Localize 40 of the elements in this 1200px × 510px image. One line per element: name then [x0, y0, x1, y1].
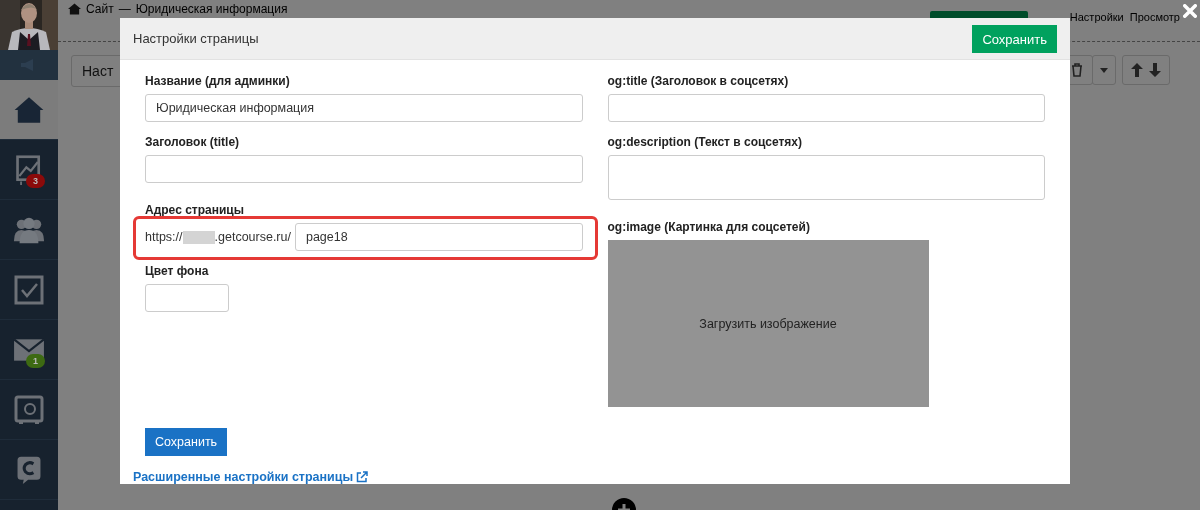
settings-link[interactable]: Настройки	[1069, 11, 1124, 23]
save-button[interactable]: Сохранить	[972, 24, 1057, 53]
input-field[interactable]: page18	[294, 223, 583, 251]
home-icon[interactable]	[68, 3, 81, 15]
advanced-settings-link[interactable]: Расширенные настройки страницы	[133, 470, 354, 484]
save-button[interactable]: Сохранить	[145, 428, 228, 456]
caret-icon	[1100, 67, 1108, 73]
textarea-field[interactable]	[607, 155, 1045, 200]
sidebar-item[interactable]: 3	[0, 140, 58, 200]
dropdown-button[interactable]	[1092, 55, 1116, 85]
breadcrumb-item[interactable]: Юридическая информация	[135, 2, 288, 16]
checkbox-icon	[13, 274, 45, 305]
breadcrumb-item[interactable]: Сайт	[86, 2, 114, 16]
image-upload-area[interactable]: Загрузить изображение	[607, 240, 929, 407]
redacted-text	[182, 230, 215, 244]
field-label: og:image (Картинка для соцсетей)	[607, 220, 811, 234]
breadcrumb-item[interactable]: —	[118, 2, 131, 16]
trash-icon	[1071, 63, 1083, 77]
field-label: og:description (Текст в соцсетях)	[607, 135, 803, 149]
close-icon[interactable]	[1183, 4, 1197, 18]
safe-icon	[13, 394, 45, 425]
field-label: og:title (Заголовок в соцсетях)	[607, 74, 790, 88]
input-field[interactable]	[607, 94, 1045, 122]
sidebar-item[interactable]	[0, 80, 58, 140]
field-label: Заголовок (title)	[145, 135, 241, 149]
external-link-icon	[356, 471, 369, 483]
input-field[interactable]	[145, 155, 583, 183]
input-field[interactable]: Юридическая информация	[145, 94, 583, 122]
up-down-arrows-icon	[1131, 63, 1161, 77]
field-label: Цвет фона	[145, 264, 210, 278]
preview-link[interactable]: Просмотр	[1129, 11, 1180, 23]
url-prefix: https://	[145, 230, 183, 244]
sidebar-item[interactable]: 1	[0, 320, 58, 380]
move-buttons[interactable]	[1122, 55, 1170, 85]
url-domain: .getcourse.ru/	[214, 230, 291, 244]
modal-title: Настройки страницы	[133, 31, 259, 46]
badge: 1	[26, 354, 45, 368]
color-field[interactable]	[145, 284, 229, 312]
badge: 3	[26, 174, 45, 188]
field-label: Адрес страницы	[145, 203, 245, 217]
